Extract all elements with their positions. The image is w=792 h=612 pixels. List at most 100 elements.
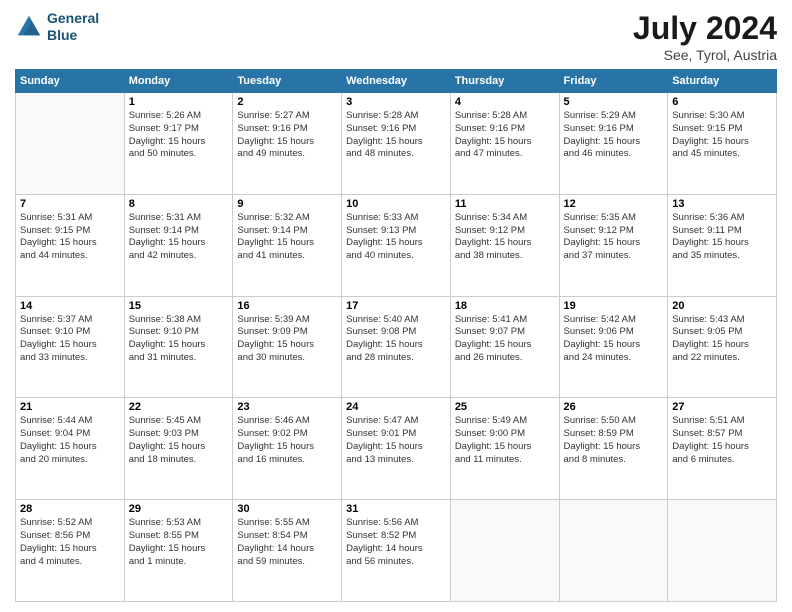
day-number: 14 (20, 300, 120, 312)
calendar-cell: 8 Sunrise: 5:31 AM Sunset: 9:14 PM Daylig… (124, 194, 233, 296)
day-info: Sunrise: 5:31 AM Sunset: 9:14 PM Dayligh… (129, 212, 229, 263)
calendar-cell: 19 Sunrise: 5:42 AM Sunset: 9:06 PM Dayli… (559, 296, 668, 398)
day-info: Sunrise: 5:37 AM Sunset: 9:10 PM Dayligh… (20, 314, 120, 365)
day-info: Sunrise: 5:46 AM Sunset: 9:02 PM Dayligh… (237, 415, 337, 466)
calendar-cell: 14 Sunrise: 5:37 AM Sunset: 9:10 PM Dayli… (16, 296, 125, 398)
calendar-cell (450, 500, 559, 602)
calendar-header-sunday: Sunday (16, 70, 125, 93)
day-number: 18 (455, 300, 555, 312)
day-number: 4 (455, 96, 555, 108)
day-info: Sunrise: 5:38 AM Sunset: 9:10 PM Dayligh… (129, 314, 229, 365)
calendar-cell: 31 Sunrise: 5:56 AM Sunset: 8:52 PM Dayli… (342, 500, 451, 602)
day-info: Sunrise: 5:32 AM Sunset: 9:14 PM Dayligh… (237, 212, 337, 263)
day-number: 29 (129, 503, 229, 515)
day-info: Sunrise: 5:45 AM Sunset: 9:03 PM Dayligh… (129, 415, 229, 466)
day-number: 22 (129, 401, 229, 413)
calendar-cell: 2Sunrise: 5:27 AM Sunset: 9:16 PM Daylig… (233, 93, 342, 195)
day-info: Sunrise: 5:49 AM Sunset: 9:00 PM Dayligh… (455, 415, 555, 466)
day-info: Sunrise: 5:44 AM Sunset: 9:04 PM Dayligh… (20, 415, 120, 466)
day-number: 17 (346, 300, 446, 312)
day-info: Sunrise: 5:43 AM Sunset: 9:05 PM Dayligh… (672, 314, 772, 365)
day-number: 13 (672, 198, 772, 210)
day-info: Sunrise: 5:33 AM Sunset: 9:13 PM Dayligh… (346, 212, 446, 263)
calendar-cell: 30 Sunrise: 5:55 AM Sunset: 8:54 PM Dayli… (233, 500, 342, 602)
day-info: Sunrise: 5:50 AM Sunset: 8:59 PM Dayligh… (564, 415, 664, 466)
calendar-cell: 12 Sunrise: 5:35 AM Sunset: 9:12 PM Dayli… (559, 194, 668, 296)
day-number: 10 (346, 198, 446, 210)
day-number: 26 (564, 401, 664, 413)
day-info: Sunrise: 5:42 AM Sunset: 9:06 PM Dayligh… (564, 314, 664, 365)
subtitle: See, Tyrol, Austria (633, 47, 777, 63)
day-number: 25 (455, 401, 555, 413)
day-number: 28 (20, 503, 120, 515)
day-number: 27 (672, 401, 772, 413)
day-info: Sunrise: 5:29 AM Sunset: 9:16 PM Dayligh… (564, 110, 664, 161)
calendar-header-tuesday: Tuesday (233, 70, 342, 93)
day-number: 16 (237, 300, 337, 312)
calendar-week-1: 1Sunrise: 5:26 AM Sunset: 9:17 PM Daylig… (16, 93, 777, 195)
day-number: 15 (129, 300, 229, 312)
calendar-cell: 28 Sunrise: 5:52 AM Sunset: 8:56 PM Dayli… (16, 500, 125, 602)
calendar-cell: 13 Sunrise: 5:36 AM Sunset: 9:11 PM Dayli… (668, 194, 777, 296)
calendar-cell: 6 Sunrise: 5:30 AM Sunset: 9:15 PM Daylig… (668, 93, 777, 195)
calendar-cell: 16Sunrise: 5:39 AM Sunset: 9:09 PM Dayli… (233, 296, 342, 398)
calendar-cell: 11 Sunrise: 5:34 AM Sunset: 9:12 PM Dayli… (450, 194, 559, 296)
logo-text: General Blue (47, 10, 99, 44)
calendar-cell: 4 Sunrise: 5:28 AM Sunset: 9:16 PM Daylig… (450, 93, 559, 195)
header: General Blue July 2024 See, Tyrol, Austr… (15, 10, 777, 63)
calendar-cell: 10 Sunrise: 5:33 AM Sunset: 9:13 PM Dayli… (342, 194, 451, 296)
day-info: Sunrise: 5:51 AM Sunset: 8:57 PM Dayligh… (672, 415, 772, 466)
calendar: SundayMondayTuesdayWednesdayThursdayFrid… (15, 69, 777, 602)
day-number: 5 (564, 96, 664, 108)
calendar-header-wednesday: Wednesday (342, 70, 451, 93)
calendar-cell: 15 Sunrise: 5:38 AM Sunset: 9:10 PM Dayli… (124, 296, 233, 398)
day-number: 9 (237, 198, 337, 210)
day-info: Sunrise: 5:47 AM Sunset: 9:01 PM Dayligh… (346, 415, 446, 466)
calendar-header-monday: Monday (124, 70, 233, 93)
calendar-cell: 9 Sunrise: 5:32 AM Sunset: 9:14 PM Daylig… (233, 194, 342, 296)
day-number: 1 (129, 96, 229, 108)
calendar-cell: 3Sunrise: 5:28 AM Sunset: 9:16 PM Daylig… (342, 93, 451, 195)
calendar-cell: 5 Sunrise: 5:29 AM Sunset: 9:16 PM Daylig… (559, 93, 668, 195)
day-number: 7 (20, 198, 120, 210)
calendar-cell: 23Sunrise: 5:46 AM Sunset: 9:02 PM Dayli… (233, 398, 342, 500)
day-info: Sunrise: 5:28 AM Sunset: 9:16 PM Dayligh… (455, 110, 555, 161)
day-info: Sunrise: 5:34 AM Sunset: 9:12 PM Dayligh… (455, 212, 555, 263)
day-info: Sunrise: 5:30 AM Sunset: 9:15 PM Dayligh… (672, 110, 772, 161)
calendar-header-thursday: Thursday (450, 70, 559, 93)
page: General Blue July 2024 See, Tyrol, Austr… (0, 0, 792, 612)
day-info: Sunrise: 5:40 AM Sunset: 9:08 PM Dayligh… (346, 314, 446, 365)
calendar-cell (668, 500, 777, 602)
day-number: 21 (20, 401, 120, 413)
title-block: July 2024 See, Tyrol, Austria (633, 10, 777, 63)
main-title: July 2024 (633, 10, 777, 47)
calendar-cell (559, 500, 668, 602)
day-number: 6 (672, 96, 772, 108)
calendar-header-saturday: Saturday (668, 70, 777, 93)
calendar-cell: 21 Sunrise: 5:44 AM Sunset: 9:04 PM Dayli… (16, 398, 125, 500)
day-number: 12 (564, 198, 664, 210)
calendar-week-3: 14 Sunrise: 5:37 AM Sunset: 9:10 PM Dayli… (16, 296, 777, 398)
calendar-cell: 20 Sunrise: 5:43 AM Sunset: 9:05 PM Dayli… (668, 296, 777, 398)
day-number: 30 (237, 503, 337, 515)
day-info: Sunrise: 5:27 AM Sunset: 9:16 PM Dayligh… (237, 110, 337, 161)
calendar-cell: 1Sunrise: 5:26 AM Sunset: 9:17 PM Daylig… (124, 93, 233, 195)
calendar-week-2: 7Sunrise: 5:31 AM Sunset: 9:15 PM Daylig… (16, 194, 777, 296)
day-info: Sunrise: 5:56 AM Sunset: 8:52 PM Dayligh… (346, 517, 446, 568)
calendar-cell: 22 Sunrise: 5:45 AM Sunset: 9:03 PM Dayli… (124, 398, 233, 500)
day-number: 8 (129, 198, 229, 210)
calendar-cell (16, 93, 125, 195)
day-number: 20 (672, 300, 772, 312)
calendar-cell: 29Sunrise: 5:53 AM Sunset: 8:55 PM Dayli… (124, 500, 233, 602)
day-number: 3 (346, 96, 446, 108)
day-info: Sunrise: 5:35 AM Sunset: 9:12 PM Dayligh… (564, 212, 664, 263)
day-info: Sunrise: 5:55 AM Sunset: 8:54 PM Dayligh… (237, 517, 337, 568)
calendar-cell: 24Sunrise: 5:47 AM Sunset: 9:01 PM Dayli… (342, 398, 451, 500)
day-info: Sunrise: 5:52 AM Sunset: 8:56 PM Dayligh… (20, 517, 120, 568)
day-number: 31 (346, 503, 446, 515)
day-info: Sunrise: 5:36 AM Sunset: 9:11 PM Dayligh… (672, 212, 772, 263)
day-number: 19 (564, 300, 664, 312)
logo: General Blue (15, 10, 99, 44)
day-number: 11 (455, 198, 555, 210)
calendar-cell: 26 Sunrise: 5:50 AM Sunset: 8:59 PM Dayli… (559, 398, 668, 500)
